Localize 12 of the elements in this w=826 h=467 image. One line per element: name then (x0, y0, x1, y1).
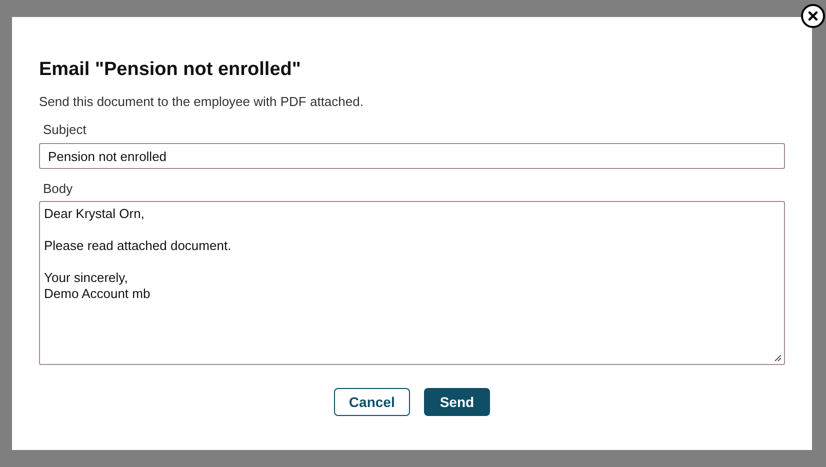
close-icon (808, 11, 818, 21)
cancel-button[interactable]: Cancel (334, 388, 410, 416)
resize-grip-icon[interactable] (774, 354, 782, 362)
dialog-title: Email "Pension not enrolled" (39, 58, 302, 82)
subject-label: Subject (43, 122, 86, 138)
dialog-description: Send this document to the employee with PDF attached. (39, 93, 364, 111)
body-label: Body (43, 181, 73, 197)
send-button[interactable]: Send (424, 388, 490, 416)
body-text: Dear Krystal Orn, Please read attached document. Your sincerely, Demo Account mb (44, 206, 232, 302)
close-button[interactable] (801, 4, 825, 28)
subject-field[interactable]: Pension not enrolled (39, 143, 785, 169)
body-field[interactable]: Dear Krystal Orn, Please read attached document. Your sincerely, Demo Account mb (39, 201, 785, 365)
